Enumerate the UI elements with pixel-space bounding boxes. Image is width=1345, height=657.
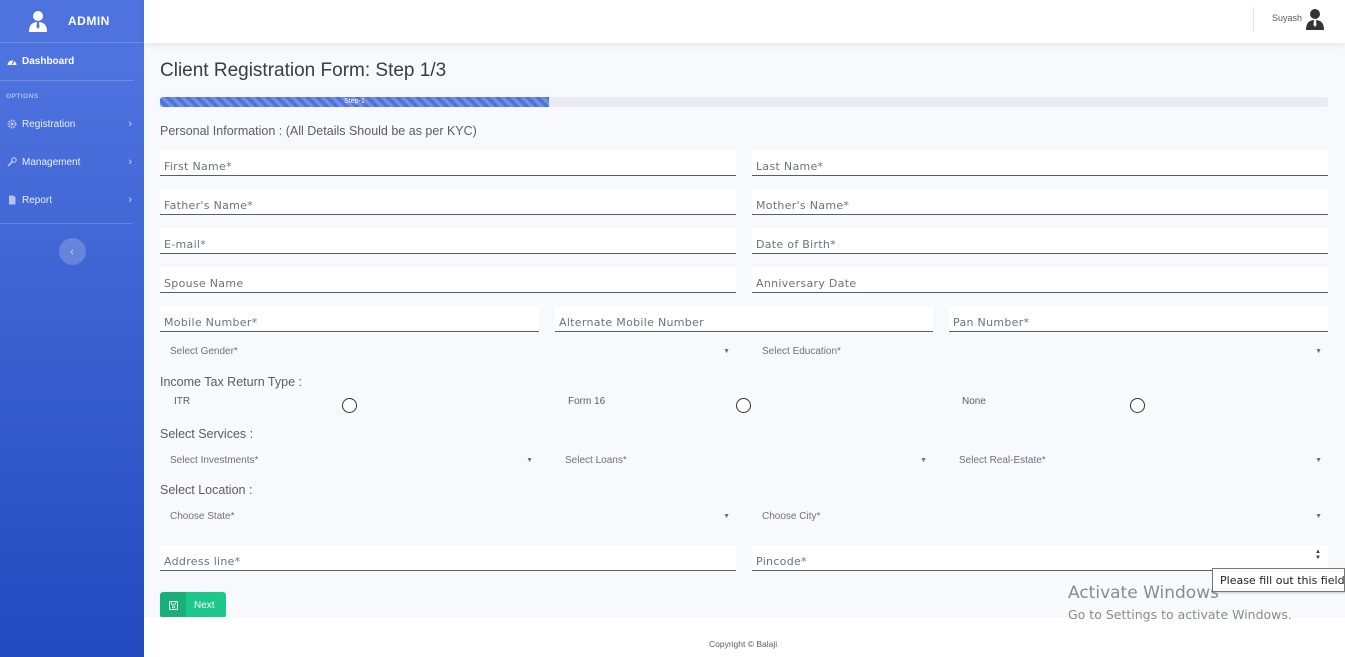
anniversary-date-input[interactable]: [752, 267, 1328, 292]
personal-info-heading: Personal Information : (All Details Shou…: [160, 124, 477, 138]
itr-option-label: ITR: [174, 396, 191, 407]
pan-field[interactable]: [949, 306, 1328, 332]
fathers-name-field[interactable]: [160, 189, 736, 215]
spouse-name-field[interactable]: [160, 267, 736, 293]
mothers-name-field[interactable]: [752, 189, 1328, 215]
sidebar: ADMIN Dashboard OPTIONS Registration › M…: [0, 0, 144, 657]
last-name-field[interactable]: [752, 150, 1328, 176]
user-avatar-icon[interactable]: [1305, 8, 1325, 30]
state-select-text: Choose State*: [170, 510, 235, 522]
loans-select[interactable]: Select Loans* ▼: [555, 449, 933, 471]
dob-input[interactable]: [752, 228, 1328, 253]
mobile-input[interactable]: [160, 306, 539, 331]
education-select-text: Select Education*: [762, 345, 841, 357]
address-input[interactable]: [160, 545, 736, 570]
topbar: Suyash: [144, 0, 1345, 43]
loans-select-text: Select Loans*: [565, 454, 627, 466]
investments-select[interactable]: Select Investments* ▼: [160, 449, 539, 471]
sidebar-brand[interactable]: ADMIN: [0, 0, 144, 43]
copyright-text: Copyright © Balaji: [709, 639, 778, 649]
progress-bar: Step-1: [160, 97, 1328, 107]
tachometer-icon: [7, 60, 17, 65]
mothers-name-input[interactable]: [752, 189, 1328, 214]
chevron-right-icon: ›: [128, 118, 132, 130]
gender-select[interactable]: Select Gender* ▼: [160, 340, 736, 362]
wrench-icon: [7, 157, 17, 167]
caret-down-icon: ▼: [1315, 456, 1322, 464]
form16-radio[interactable]: [736, 398, 751, 413]
pincode-input[interactable]: [752, 545, 1328, 570]
caret-down-icon: ▼: [723, 512, 730, 520]
city-select-text: Choose City*: [762, 510, 821, 522]
topbar-divider: [1253, 7, 1254, 32]
file-icon: [7, 195, 17, 205]
email-field[interactable]: [160, 228, 736, 254]
dob-field[interactable]: [752, 228, 1328, 254]
sidebar-item-registration[interactable]: Registration ›: [0, 105, 144, 143]
sidebar-item-label: Dashboard: [22, 56, 75, 67]
form16-option-label: Form 16: [568, 396, 606, 407]
address-field[interactable]: [160, 545, 736, 571]
user-name[interactable]: Suyash: [1272, 13, 1302, 23]
chevron-right-icon: ›: [128, 194, 132, 206]
last-name-input[interactable]: [752, 150, 1328, 175]
itr-radio[interactable]: [342, 398, 357, 413]
sidebar-item-dashboard[interactable]: Dashboard: [0, 43, 134, 81]
city-select[interactable]: Choose City* ▼: [752, 505, 1328, 527]
pan-input[interactable]: [949, 306, 1328, 331]
alt-mobile-field[interactable]: [555, 306, 933, 332]
page-title: Client Registration Form: Step 1/3: [160, 60, 447, 81]
brand-text: ADMIN: [68, 14, 110, 28]
first-name-input[interactable]: [160, 150, 736, 175]
caret-down-icon: ▼: [920, 456, 927, 464]
sidebar-item-management[interactable]: Management ›: [0, 143, 144, 181]
education-select[interactable]: Select Education* ▼: [752, 340, 1328, 362]
activate-windows-subtitle: Go to Settings to activate Windows.: [1068, 607, 1292, 622]
state-select[interactable]: Choose State* ▼: [160, 505, 736, 527]
none-option-label: None: [962, 396, 986, 407]
anniversary-date-field[interactable]: [752, 267, 1328, 293]
itr-heading: Income Tax Return Type :: [160, 375, 302, 389]
caret-down-icon: ▼: [1315, 347, 1322, 355]
sidebar-toggle-button[interactable]: ‹: [58, 238, 86, 265]
real-estate-select[interactable]: Select Real-Estate* ▼: [949, 449, 1328, 471]
save-icon: [160, 592, 186, 618]
alt-mobile-input[interactable]: [555, 306, 933, 331]
services-heading: Select Services :: [160, 427, 254, 441]
email-input[interactable]: [160, 228, 736, 253]
location-heading: Select Location :: [160, 483, 253, 497]
mobile-field[interactable]: [160, 306, 539, 332]
none-radio[interactable]: [1130, 398, 1145, 413]
caret-down-icon: ▼: [723, 347, 730, 355]
real-estate-select-text: Select Real-Estate*: [959, 454, 1046, 466]
caret-down-icon: ▼: [526, 456, 533, 464]
footer: Copyright © Balaji: [144, 617, 1345, 657]
next-button-label: Next: [194, 599, 215, 611]
progress-fill: Step-1: [160, 97, 549, 107]
number-spinner[interactable]: ▲ ▼: [1314, 549, 1322, 563]
sidebar-item-label: Report: [22, 194, 53, 206]
gear-icon: [7, 119, 17, 129]
validation-tooltip: Please fill out this field.: [1212, 568, 1345, 592]
caret-down-icon: ▼: [1315, 512, 1322, 520]
spouse-name-input[interactable]: [160, 267, 736, 292]
fathers-name-input[interactable]: [160, 189, 736, 214]
first-name-field[interactable]: [160, 150, 736, 176]
chevron-right-icon: ›: [128, 156, 132, 168]
main-content: Client Registration Form: Step 1/3 Step-…: [144, 43, 1345, 657]
sidebar-divider: [0, 223, 132, 224]
sidebar-item-report[interactable]: Report ›: [0, 181, 144, 219]
sidebar-item-label: Management: [22, 156, 81, 168]
gender-select-text: Select Gender*: [170, 345, 238, 357]
next-button[interactable]: Next: [160, 592, 226, 618]
sidebar-item-label: Registration: [22, 118, 76, 130]
investments-select-text: Select Investments*: [170, 454, 259, 466]
user-tie-icon: [29, 11, 47, 32]
sidebar-section-heading: OPTIONS: [6, 93, 39, 100]
